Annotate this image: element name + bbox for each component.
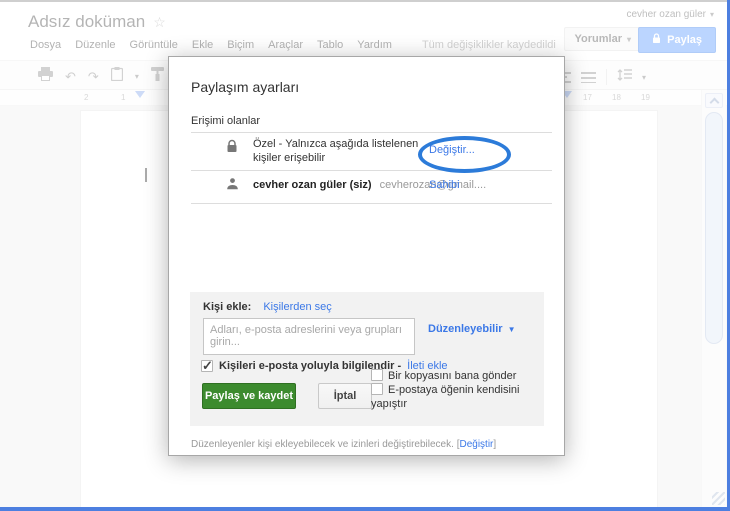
email-options: Bir kopyasını bana gönder E-postaya öğen… — [371, 369, 539, 411]
add-people-panel: Kişi ekle: Kişilerden seç Düzenleyebilir… — [190, 292, 544, 426]
lock-icon — [226, 139, 238, 157]
divider — [191, 170, 552, 171]
divider — [191, 132, 552, 133]
paste-item-label: E-postaya öğenin kendisini yapıştır — [371, 384, 520, 410]
choose-from-contacts-link[interactable]: Kişilerden seç — [263, 301, 331, 313]
cancel-button[interactable]: İptal — [318, 383, 372, 409]
permission-dropdown[interactable]: Düzenleyebilir ▼ — [428, 323, 516, 335]
window-border-bottom — [0, 507, 730, 511]
dialog-title: Paylaşım ayarları — [191, 79, 300, 95]
annotation-circle — [418, 136, 511, 173]
divider — [191, 203, 552, 204]
send-copy-checkbox[interactable] — [371, 369, 383, 381]
chevron-down-icon: ▼ — [507, 324, 516, 334]
share-and-save-button[interactable]: Paylaş ve kaydet — [202, 383, 296, 409]
footer-change-link[interactable]: Değiştir — [459, 439, 493, 450]
owner-role-link[interactable]: Sahibi — [429, 179, 460, 191]
owner-name: cevher ozan güler (siz) — [253, 179, 372, 191]
footer-text: Düzenleyenler kişi ekleyebilecek ve izin… — [191, 439, 454, 450]
dialog-footer: Düzenleyenler kişi ekleyebilecek ve izin… — [191, 439, 496, 450]
bracket: ] — [493, 439, 497, 450]
permission-label: Düzenleyebilir — [428, 323, 503, 335]
paste-item-checkbox[interactable] — [371, 383, 383, 395]
person-icon — [226, 177, 239, 193]
add-people-label: Kişi ekle: — [203, 301, 252, 313]
send-copy-option: Bir kopyasını bana gönder — [371, 369, 539, 383]
window-border-top — [0, 0, 730, 2]
sharing-settings-dialog: Paylaşım ayarları Erişimi olanlar Özel -… — [168, 56, 565, 456]
invite-people-input[interactable] — [203, 318, 415, 355]
access-list-header: Erişimi olanlar — [191, 115, 261, 127]
visibility-description: Özel - Yalnızca aşağıda listelenen kişil… — [253, 138, 419, 164]
notify-checkbox[interactable] — [201, 358, 213, 374]
send-copy-label: Bir kopyasını bana gönder — [388, 370, 517, 382]
paste-item-option: E-postaya öğenin kendisini yapıştır — [371, 383, 539, 411]
add-people-row: Kişi ekle: Kişilerden seç — [203, 301, 332, 313]
